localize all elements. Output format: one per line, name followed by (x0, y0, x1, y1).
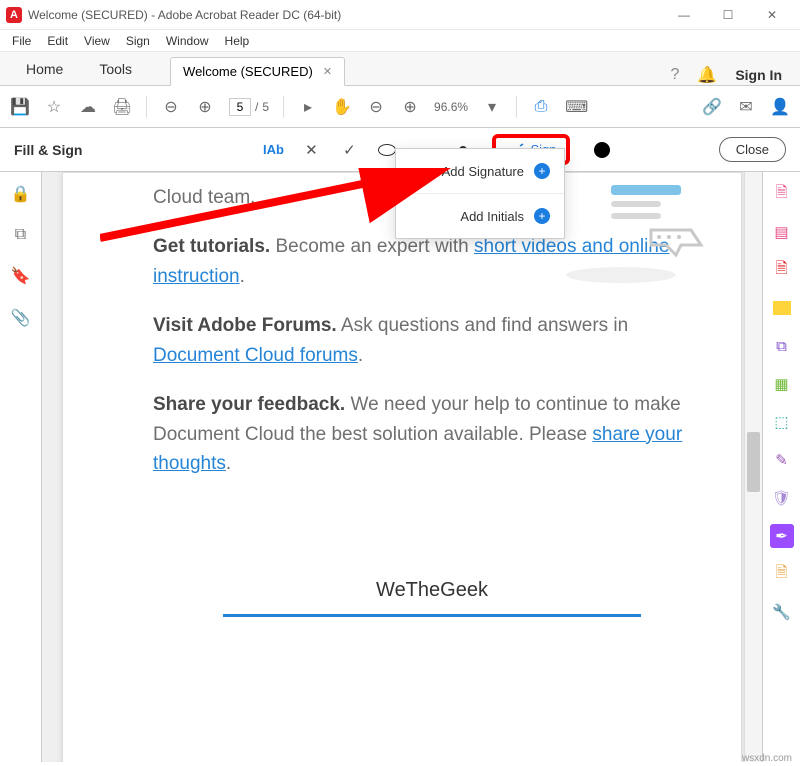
title-bar: A Welcome (SECURED) - Adobe Acrobat Read… (0, 0, 800, 30)
thumbnails-icon[interactable]: ⧉ (15, 226, 26, 244)
zoom-in-icon[interactable]: ⊕ (195, 97, 215, 117)
document-area: Cloud team. Get tutorials. Become an exp… (42, 172, 762, 762)
illustration (551, 175, 711, 285)
separator (516, 96, 517, 118)
workspace: 🔒 ⧉ 🔖 📎 Cloud team. Get tutorials. Becom… (0, 172, 800, 762)
page-display-icon[interactable]: ⎙ (531, 98, 551, 116)
sign-menu: Add Signature + Add Initials + (395, 148, 565, 239)
close-button[interactable]: Close (719, 137, 786, 162)
settings-icon[interactable]: 🔧 (770, 600, 794, 624)
text-tool[interactable]: IAb (258, 135, 288, 165)
share-icon[interactable]: 👤 (770, 97, 790, 117)
minimize-button[interactable]: — (662, 0, 706, 30)
redact-icon[interactable]: ✎ (770, 448, 794, 472)
star-icon[interactable]: ☆ (44, 97, 64, 117)
close-tab-icon[interactable]: ✕ (323, 65, 332, 78)
zoom-out-icon[interactable]: ⊖ (161, 97, 181, 117)
bell-icon[interactable]: 🔔 (697, 65, 717, 85)
zoom-level[interactable]: 96.6% (434, 100, 468, 114)
create-pdf-icon[interactable]: 🗎 (770, 258, 794, 282)
protect-icon[interactable]: 🛡 (770, 486, 794, 510)
menu-file[interactable]: File (4, 32, 39, 50)
app-icon: A (6, 7, 22, 23)
tab-bar: Home Tools Welcome (SECURED) ✕ ? 🔔 Sign … (0, 52, 800, 86)
page-input[interactable] (229, 98, 251, 116)
paragraph-forums: Visit Adobe Forums. Ask questions and fi… (153, 311, 711, 370)
left-panel: 🔒 ⧉ 🔖 📎 (0, 172, 42, 762)
cross-tool[interactable]: ✕ (296, 135, 326, 165)
more-tools-icon[interactable]: 🗎 (770, 562, 794, 586)
plus-icon: + (534, 208, 550, 224)
menu-sign[interactable]: Sign (118, 32, 158, 50)
fill-sign-label: Fill & Sign (14, 142, 82, 158)
comment-icon[interactable] (770, 296, 794, 320)
attachment-icon[interactable]: 📎 (11, 308, 31, 328)
banner-rule (223, 614, 642, 617)
document-tab[interactable]: Welcome (SECURED) ✕ (170, 57, 345, 86)
separator (283, 96, 284, 118)
sign-in-button[interactable]: Sign In (735, 67, 782, 83)
window-title: Welcome (SECURED) - Adobe Acrobat Reader… (28, 8, 662, 22)
chevron-down-icon[interactable]: ▾ (482, 97, 502, 117)
home-tab[interactable]: Home (8, 53, 81, 85)
forums-link[interactable]: Document Cloud forums (153, 345, 358, 366)
help-icon[interactable]: ? (671, 66, 680, 84)
bookmark-icon[interactable]: 🔖 (11, 266, 31, 286)
close-window-button[interactable]: ✕ (750, 0, 794, 30)
hand-icon[interactable]: ✋ (332, 97, 352, 117)
print-icon[interactable]: 🖨 (112, 97, 132, 117)
plus-icon: + (534, 163, 550, 179)
check-tool[interactable]: ✓ (334, 135, 364, 165)
main-toolbar: 💾 ☆ ☁ 🖨 ⊖ ⊕ / 5 ▸ ✋ ⊖ ⊕ 96.6% ▾ ⎙ ⌨ 🔗 ✉ … (0, 86, 800, 128)
email-icon[interactable]: ✉ (736, 97, 756, 117)
save-icon[interactable]: 💾 (10, 97, 30, 117)
zoom-in-icon[interactable]: ⊕ (400, 97, 420, 117)
scrollbar[interactable] (744, 172, 762, 762)
page-content: Cloud team. Get tutorials. Become an exp… (62, 172, 742, 762)
paragraph-feedback: Share your feedback. We need your help t… (153, 390, 711, 478)
add-initials-item[interactable]: Add Initials + (396, 194, 564, 238)
page-indicator: / 5 (229, 98, 269, 116)
menu-view[interactable]: View (76, 32, 118, 50)
menu-window[interactable]: Window (158, 32, 217, 50)
lock-icon[interactable]: 🔒 (11, 184, 31, 204)
organize-icon[interactable]: ▦ (770, 372, 794, 396)
color-picker[interactable] (594, 142, 610, 158)
banner-text: WeTheGeek (153, 579, 711, 602)
compress-icon[interactable]: ⬚ (770, 410, 794, 434)
footer-watermark: wsxdn.com (742, 753, 792, 764)
menu-bar: File Edit View Sign Window Help (0, 30, 800, 52)
read-mode-icon[interactable]: ⌨ (565, 97, 585, 117)
scrollbar-thumb[interactable] (747, 432, 760, 492)
menu-help[interactable]: Help (217, 32, 258, 50)
add-signature-item[interactable]: Add Signature + (396, 149, 564, 194)
link-icon[interactable]: 🔗 (702, 97, 722, 117)
tools-tab[interactable]: Tools (81, 53, 150, 85)
document-tab-label: Welcome (SECURED) (183, 64, 313, 79)
combine-icon[interactable]: ⧉ (770, 334, 794, 358)
cloud-icon[interactable]: ☁ (78, 97, 98, 117)
menu-edit[interactable]: Edit (39, 32, 76, 50)
separator (146, 96, 147, 118)
export-pdf-icon[interactable]: 🗎 (770, 182, 794, 206)
right-panel: 🗎 ▤ 🗎 ⧉ ▦ ⬚ ✎ 🛡 ✒ 🗎 🔧 (762, 172, 800, 762)
selection-icon[interactable]: ▸ (298, 97, 318, 117)
maximize-button[interactable]: ☐ (706, 0, 750, 30)
fill-sign-icon[interactable]: ✒ (770, 524, 794, 548)
zoom-out-icon[interactable]: ⊖ (366, 97, 386, 117)
edit-pdf-icon[interactable]: ▤ (770, 220, 794, 244)
